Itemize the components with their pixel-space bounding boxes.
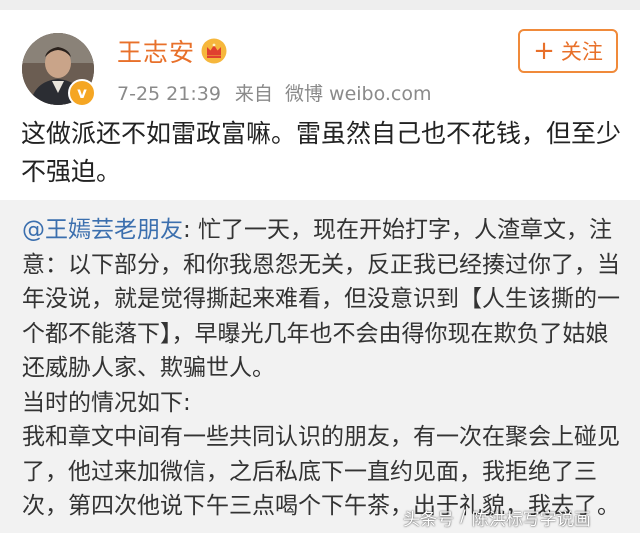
post-source[interactable]: 微博 weibo.com — [285, 83, 432, 105]
post-meta: 7-25 21:39 来自 微博 weibo.com — [117, 79, 432, 106]
crown-icon — [201, 38, 227, 64]
plus-icon: + — [533, 36, 555, 66]
top-divider — [0, 0, 640, 10]
repost-paragraph-1: @王嫣芸老朋友: 忙了一天，现在开始打字，人渣章文，注意：以下部分，和你我恩怨无… — [22, 213, 627, 386]
follow-button[interactable]: + 关注 — [518, 29, 618, 73]
repost-body: @王嫣芸老朋友: 忙了一天，现在开始打字，人渣章文，注意：以下部分，和你我恩怨无… — [22, 213, 627, 524]
author-name[interactable]: 王志安 — [117, 33, 195, 69]
watermark-left: 头条号 — [403, 509, 454, 530]
watermark-separator: / — [460, 507, 466, 527]
follow-label: 关注 — [560, 40, 603, 64]
verified-icon: v — [68, 79, 96, 107]
repost-paragraph-2: 当时的情况如下: — [22, 389, 191, 416]
post-source-prefix: 来自 — [234, 83, 273, 105]
watermark: 头条号 / 陈洪标写字说画 — [403, 503, 591, 531]
post-body: 这做派还不如雷政富嘛。雷虽然自己也不花钱，但至少不强迫。 — [21, 119, 622, 186]
post-time: 7-25 21:39 — [117, 83, 221, 105]
watermark-right: 陈洪标写字说画 — [471, 509, 591, 530]
repost-mention[interactable]: @王嫣芸老朋友 — [22, 217, 183, 243]
